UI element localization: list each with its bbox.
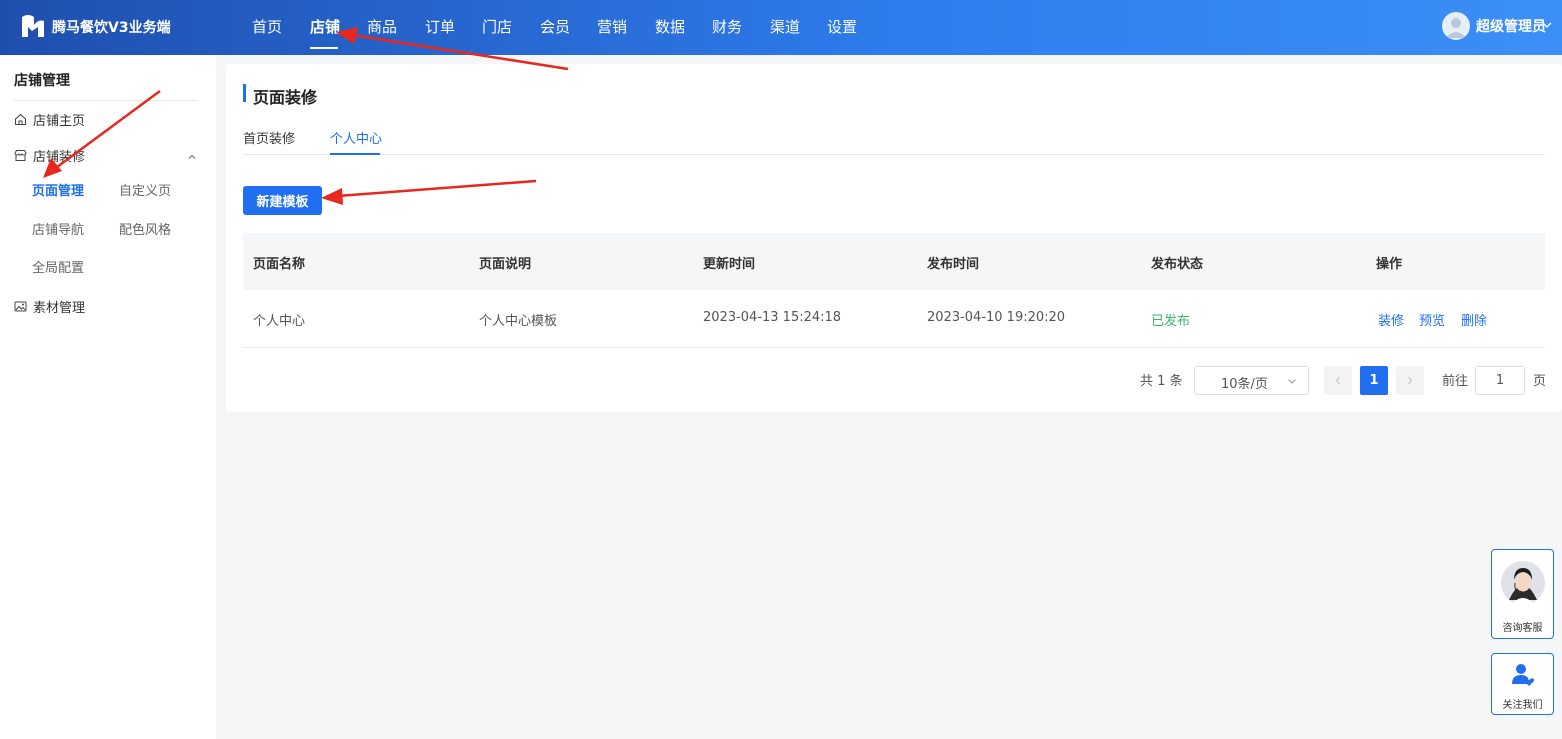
chevron-left-icon — [1335, 376, 1340, 385]
cell-page-desc: 个人中心模板 — [479, 314, 558, 329]
tab-active-indicator — [330, 153, 380, 155]
table-header: 页面名称 页面说明 更新时间 发布时间 发布状态 操作 — [243, 233, 1545, 290]
table-row: 个人中心 个人中心模板 2023-04-13 15:24:18 2023-04-… — [243, 290, 1545, 348]
column-header-published: 发布时间 — [927, 257, 980, 272]
chevron-down-icon — [1288, 379, 1296, 384]
chevron-up-icon[interactable] — [187, 152, 197, 162]
image-icon — [14, 301, 27, 312]
column-header-desc: 页面说明 — [479, 257, 532, 272]
delete-link[interactable]: 删除 — [1461, 310, 1487, 329]
sidebar-subitem-custom-page[interactable]: 自定义页 — [119, 180, 171, 199]
agent-avatar-icon — [1501, 561, 1545, 606]
chevron-right-icon — [1408, 376, 1413, 385]
nav-item-settings[interactable]: 设置 — [827, 16, 857, 37]
column-header-actions: 操作 — [1376, 257, 1403, 272]
column-header-updated: 更新时间 — [703, 257, 756, 272]
title-accent-bar — [243, 84, 246, 102]
nav-item-orders[interactable]: 订单 — [425, 16, 455, 37]
home-icon — [14, 113, 27, 126]
next-page-button[interactable] — [1396, 366, 1424, 395]
user-avatar-icon — [1446, 18, 1466, 38]
customer-service-widget[interactable]: 咨询客服 — [1491, 549, 1554, 639]
user-avatar[interactable] — [1442, 12, 1470, 40]
nav-item-finance[interactable]: 财务 — [712, 16, 742, 37]
nav-item-data[interactable]: 数据 — [655, 16, 685, 37]
cell-page-name: 个人中心 — [253, 314, 306, 329]
nav-item-store[interactable]: 店铺 — [310, 16, 340, 37]
nav-item-channels[interactable]: 渠道 — [770, 16, 800, 37]
sidebar-subitem-global-config[interactable]: 全局配置 — [32, 257, 84, 276]
goto-page-input[interactable] — [1475, 366, 1525, 395]
prev-page-button[interactable] — [1324, 366, 1352, 395]
page-title: 页面装修 — [253, 88, 318, 107]
sidebar-subitem-store-nav[interactable]: 店铺导航 — [32, 219, 84, 238]
chevron-down-icon[interactable] — [1541, 19, 1553, 31]
follow-us-widget[interactable]: 关注我们 — [1491, 653, 1554, 715]
pagination-total: 共 1 条 — [1140, 374, 1183, 389]
customer-service-label: 咨询客服 — [1502, 623, 1543, 634]
tabs-divider — [243, 154, 1545, 155]
nav-item-products[interactable]: 商品 — [367, 16, 397, 37]
sidebar-item-label: 店铺装修 — [33, 150, 86, 165]
status-badge: 已发布 — [1151, 314, 1191, 329]
user-name[interactable]: 超级管理员 — [1476, 16, 1546, 36]
page-number-current[interactable]: 1 — [1360, 366, 1388, 395]
tab-personal-center[interactable]: 个人中心 — [330, 128, 382, 147]
sidebar-item-store-home[interactable]: 店铺主页 — [14, 110, 85, 129]
sidebar-subitem-page-management[interactable]: 页面管理 — [32, 180, 84, 199]
nav-active-indicator — [310, 47, 338, 49]
sidebar-divider — [14, 100, 198, 101]
sidebar-item-label: 店铺主页 — [33, 114, 86, 129]
top-navigation-bar: 腾马餐饮V3业务端 首页 店铺 商品 订单 门店 会员 营销 数据 财务 渠道 … — [0, 0, 1562, 55]
brand-logo-icon — [22, 15, 44, 37]
page-suffix-label: 页 — [1533, 374, 1547, 389]
column-header-status: 发布状态 — [1151, 257, 1204, 272]
follow-us-label: 关注我们 — [1502, 700, 1543, 711]
nav-item-members[interactable]: 会员 — [540, 16, 570, 37]
user-heart-icon — [1512, 664, 1535, 686]
new-template-button[interactable]: 新建模板 — [243, 186, 322, 215]
preview-link[interactable]: 预览 — [1419, 310, 1445, 329]
sidebar-item-materials[interactable]: 素材管理 — [14, 297, 85, 316]
sidebar-item-label: 素材管理 — [33, 301, 86, 316]
cell-published-time: 2023-04-10 19:20:20 — [927, 310, 1066, 325]
tab-homepage-decor[interactable]: 首页装修 — [243, 128, 295, 147]
sidebar-title: 店铺管理 — [14, 73, 70, 89]
page-size-value: 10条/页 — [1221, 377, 1268, 392]
goto-label: 前往 — [1442, 374, 1469, 389]
nav-item-marketing[interactable]: 营销 — [597, 16, 627, 37]
page-decoration-card: 页面装修 首页装修 个人中心 新建模板 页面名称 页面说明 更新时间 发布时间 … — [226, 64, 1562, 412]
sidebar-subitem-color-style[interactable]: 配色风格 — [119, 219, 171, 238]
page-size-select[interactable]: 10条/页 — [1194, 366, 1309, 395]
store-icon — [14, 150, 27, 161]
sidebar-item-store-decor[interactable]: 店铺装修 — [14, 146, 85, 165]
sidebar: 店铺管理 店铺主页 店铺装修 页面管理 自定义页 店铺导航 配色风格 全局配置 … — [0, 55, 216, 739]
decorate-link[interactable]: 装修 — [1378, 310, 1404, 329]
nav-item-home[interactable]: 首页 — [252, 16, 282, 37]
nav-item-outlets[interactable]: 门店 — [482, 16, 512, 37]
column-header-name: 页面名称 — [253, 257, 306, 272]
cell-updated-time: 2023-04-13 15:24:18 — [703, 310, 842, 325]
brand-name: 腾马餐饮V3业务端 — [52, 20, 171, 36]
